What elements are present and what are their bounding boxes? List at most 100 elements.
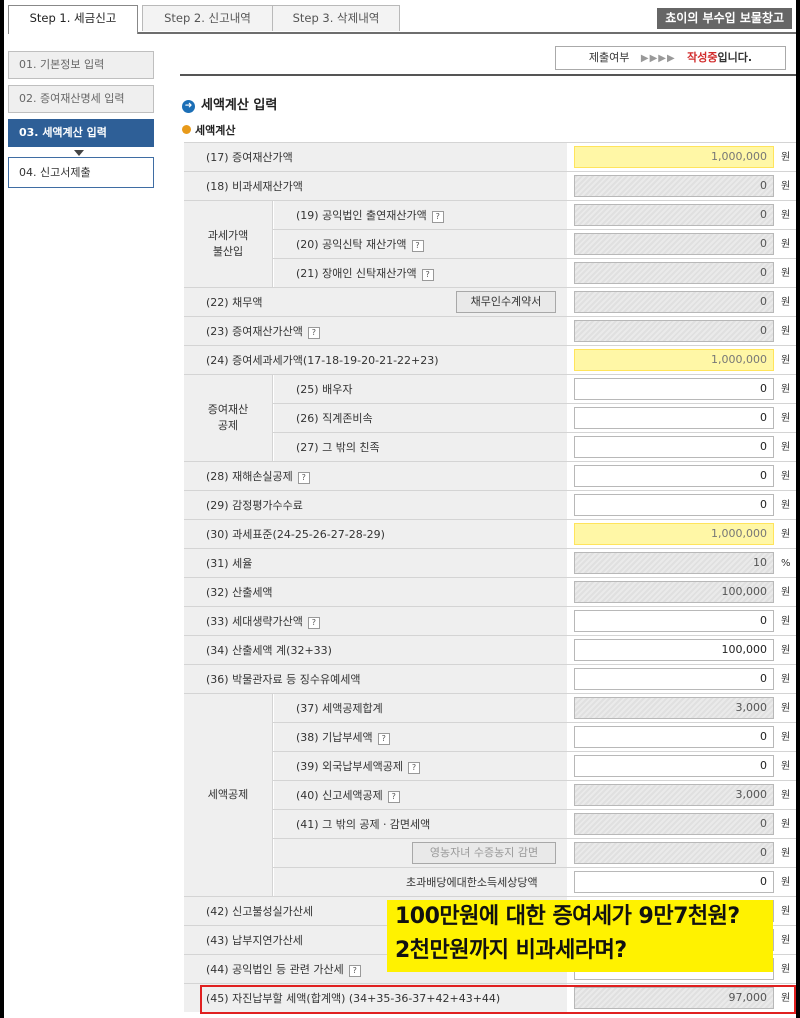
- row-label: (22) 채무액: [206, 288, 262, 317]
- nav-down-arrow-icon: [74, 150, 84, 156]
- caption-line-1: 100만원에 대한 증여세가 9만7천원?: [395, 904, 740, 929]
- amount-field: 1,000,000: [574, 523, 774, 545]
- unit-label: 원: [781, 587, 791, 598]
- row-label-text: (34) 산출세액 계(32+33): [206, 644, 332, 657]
- unit-label: 원: [781, 848, 791, 859]
- help-icon[interactable]: ?: [348, 965, 361, 977]
- row-label: (24) 증여세과세가액(17-18-19-20-21-22+23): [206, 346, 439, 375]
- help-icon[interactable]: ?: [411, 240, 424, 252]
- help-icon[interactable]: ?: [377, 733, 390, 745]
- step-tabs: Step 1. 세금신고 Step 2. 신고내역 Step 3. 삭제내역 쵸…: [8, 5, 796, 34]
- group-deduction-line: 공제: [217, 419, 239, 432]
- amount-field[interactable]: 0: [574, 668, 774, 690]
- help-icon[interactable]: ?: [297, 472, 310, 484]
- help-icon[interactable]: ?: [307, 327, 320, 339]
- row-label-text: (42) 신고불성실가산세: [206, 905, 314, 918]
- row-r41b: 초과배당에대한소득세상당액 0 원: [184, 867, 796, 896]
- unit-label: 원: [781, 326, 791, 337]
- help-icon[interactable]: ?: [387, 791, 400, 803]
- amount-field[interactable]: 0: [574, 610, 774, 632]
- tab-step2[interactable]: Step 2. 신고내역: [142, 5, 273, 31]
- arrow-circle-icon: ➜: [182, 100, 195, 113]
- amount-field[interactable]: 100,000: [574, 639, 774, 661]
- group-excluded-line: 과세가액: [207, 229, 249, 242]
- amount-field: 0: [574, 813, 774, 835]
- nav-tax-calc[interactable]: 03. 세액계산 입력: [8, 119, 154, 147]
- submission-status: 제출여부 ▶▶▶▶ 작성중입니다.: [555, 46, 786, 70]
- row-label: (19) 공익법인 출연재산가액?: [296, 201, 444, 230]
- amount-field: 0: [574, 175, 774, 197]
- nav-submit[interactable]: 04. 신고서제출: [8, 157, 154, 188]
- amount-field[interactable]: 0: [574, 726, 774, 748]
- row-r23: (23) 증여재산가산액? 0 원: [184, 316, 796, 345]
- amount-field[interactable]: 0: [574, 494, 774, 516]
- tab-step3[interactable]: Step 3. 삭제내역: [272, 5, 400, 31]
- row-r40: (40) 신고세액공제? 3,000 원: [184, 780, 796, 809]
- help-icon[interactable]: ?: [431, 211, 444, 223]
- row-label: (26) 직계존비속: [296, 404, 373, 433]
- row-label-text: (30) 과세표준(24-25-26-27-28-29): [206, 528, 385, 541]
- unit-label: 원: [781, 674, 791, 685]
- row-label-text: (29) 감정평가수수료: [206, 499, 303, 512]
- row-label-text: (41) 그 밖의 공제ㆍ감면세액: [296, 818, 431, 831]
- section-title: ➜ 세액계산 입력: [182, 94, 277, 113]
- row-r37: (37) 세액공제합계 3,000 원: [184, 693, 796, 722]
- unit-label: 원: [781, 181, 791, 192]
- amount-field[interactable]: 0: [574, 378, 774, 400]
- unit-label: 원: [781, 790, 791, 801]
- amount-field[interactable]: 0: [574, 871, 774, 893]
- row-r18: (18) 비과세재산가액 0 원: [184, 171, 796, 200]
- sub-title-text: 세액계산: [195, 124, 236, 137]
- status-arrows: ▶▶▶▶: [640, 53, 676, 64]
- unit-label: 원: [781, 616, 791, 627]
- row-label-text: (25) 배우자: [296, 383, 353, 396]
- debt-contract-button[interactable]: 채무인수계약서: [456, 291, 556, 313]
- status-suffix: 입니다.: [717, 51, 753, 64]
- amount-field[interactable]: 0: [574, 407, 774, 429]
- row-r22: (22) 채무액 채무인수계약서 0 원: [184, 287, 796, 316]
- row-label: (37) 세액공제합계: [296, 694, 383, 723]
- row-r19: (19) 공익법인 출연재산가액? 0 원: [184, 200, 796, 229]
- row-label: (34) 산출세액 계(32+33): [206, 636, 332, 665]
- sub-title: 세액계산: [182, 122, 235, 138]
- row-label-text: 초과배당에대한소득세상당액: [406, 876, 538, 889]
- row-label: (43) 납부지연가산세: [206, 926, 303, 955]
- row-label: (28) 재해손실공제?: [206, 462, 310, 491]
- row-r17: (17) 증여재산가액 1,000,000 원: [184, 142, 796, 171]
- row-label: 초과배당에대한소득세상당액: [406, 868, 538, 897]
- unit-label: 원: [781, 529, 791, 540]
- help-icon[interactable]: ?: [421, 269, 434, 281]
- row-label: (27) 그 밖의 친족: [296, 433, 380, 462]
- amount-field: 3,000: [574, 784, 774, 806]
- row-label-text: (37) 세액공제합계: [296, 702, 383, 715]
- amount-field[interactable]: 0: [574, 755, 774, 777]
- group-excluded-line: 불산입: [212, 245, 244, 258]
- row-r32: (32) 산출세액 100,000 원: [184, 577, 796, 606]
- row-label: (42) 신고불성실가산세: [206, 897, 313, 926]
- farmland-exemption-button[interactable]: 영농자녀 수증농지 감면: [412, 842, 556, 864]
- help-icon[interactable]: ?: [307, 617, 320, 629]
- amount-field: 0: [574, 320, 774, 342]
- unit-label: 원: [781, 935, 791, 946]
- row-r41: (41) 그 밖의 공제ㆍ감면세액 0 원: [184, 809, 796, 838]
- unit-label: 원: [781, 384, 791, 395]
- unit-label: 원: [781, 819, 791, 830]
- tax-form-window: Step 1. 세금신고 Step 2. 신고내역 Step 3. 삭제내역 쵸…: [4, 0, 796, 1018]
- nav-basic-info[interactable]: 01. 기본정보 입력: [8, 51, 154, 79]
- unit-label: %: [781, 558, 791, 569]
- total-highlight-box: [200, 985, 796, 1014]
- row-r38: (38) 기납부세액? 0 원: [184, 722, 796, 751]
- unit-label: 원: [781, 239, 791, 250]
- row-label-text: (40) 신고세액공제: [296, 789, 383, 802]
- unit-label: 원: [781, 732, 791, 743]
- tab-step1[interactable]: Step 1. 세금신고: [8, 5, 138, 34]
- help-icon[interactable]: ?: [408, 762, 421, 774]
- group-deduction: 증여재산 공제: [184, 374, 273, 461]
- row-label-text: (28) 재해손실공제: [206, 470, 293, 483]
- unit-label: 원: [781, 355, 791, 366]
- row-r30: (30) 과세표준(24-25-26-27-28-29) 1,000,000 원: [184, 519, 796, 548]
- amount-field[interactable]: 0: [574, 436, 774, 458]
- nav-gift-property[interactable]: 02. 증여재산명세 입력: [8, 85, 154, 113]
- row-r27: (27) 그 밖의 친족 0 원: [184, 432, 796, 461]
- amount-field[interactable]: 0: [574, 465, 774, 487]
